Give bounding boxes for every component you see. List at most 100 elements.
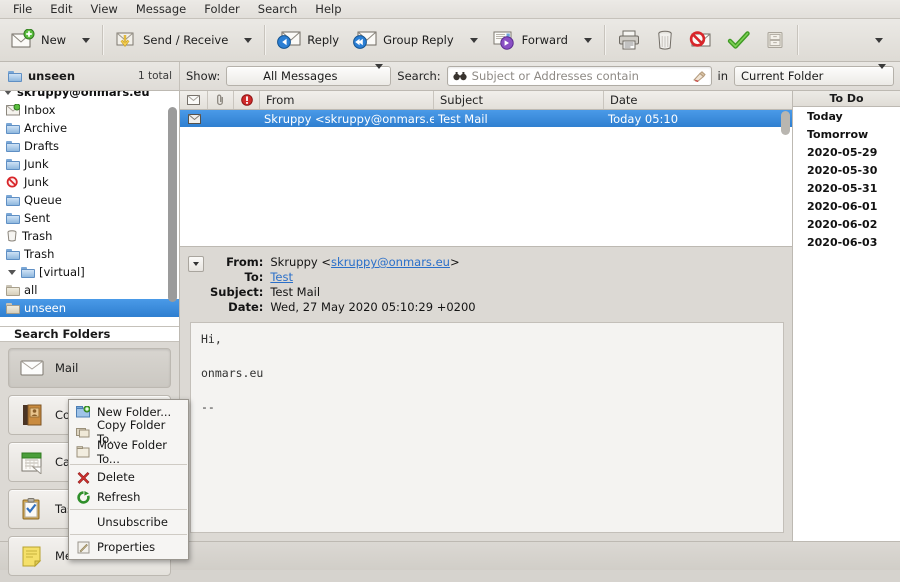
todo-item[interactable]: 2020-05-31 <box>793 179 900 197</box>
show-filter-value: All Messages <box>263 69 338 83</box>
to-recipient-link[interactable]: Test <box>270 270 293 284</box>
todo-item[interactable]: 2020-05-30 <box>793 161 900 179</box>
reply-label: Reply <box>307 33 340 47</box>
folder-item-unseen[interactable]: unseen <box>0 299 179 317</box>
calendar-icon <box>19 450 45 474</box>
context-menu-item-delete[interactable]: Delete <box>69 467 188 487</box>
filter-controls: Show: All Messages Search: Subject or Ad… <box>180 64 900 86</box>
delete-button[interactable] <box>648 23 682 57</box>
expander-icon[interactable] <box>4 91 12 95</box>
from-email-link[interactable]: skruppy@onmars.eu <box>331 255 450 269</box>
mark-not-junk-button[interactable] <box>720 23 758 57</box>
menu-message[interactable]: Message <box>127 1 195 17</box>
folder-item-junk[interactable]: Junk <box>0 155 179 173</box>
current-folder-indicator: unseen 1 total <box>0 62 180 90</box>
show-filter-dropdown[interactable]: All Messages <box>226 64 392 86</box>
message-from: Skruppy <skruppy@onmars.eu> <box>264 111 434 126</box>
header-value-from: Skruppy <skruppy@onmars.eu> <box>270 255 475 269</box>
folder-item-trash[interactable]: Trash <box>0 245 179 263</box>
folder-item-trash-special[interactable]: Trash <box>0 227 179 245</box>
forward-button[interactable]: Forward <box>485 23 575 57</box>
search-label: Search: <box>397 69 441 83</box>
table-row[interactable]: Skruppy <skruppy@onmars.eu> Test Mail To… <box>180 110 792 127</box>
new-message-button[interactable]: New <box>4 23 73 57</box>
folder-item-inbox[interactable]: Inbox <box>0 101 179 119</box>
search-scope-dropdown[interactable]: Current Folder <box>734 64 894 86</box>
folder-tree-account-row[interactable]: skruppy@onmars.eu <box>0 91 179 101</box>
archive-button[interactable] <box>758 23 792 57</box>
menu-help[interactable]: Help <box>306 1 350 17</box>
attachment-icon <box>216 94 225 106</box>
context-menu-item-label: Delete <box>97 470 135 484</box>
folder-tree-scrollbar[interactable] <box>168 107 177 302</box>
context-menu-item-move-folder[interactable]: Move Folder To... <box>69 438 188 466</box>
todo-item[interactable]: Today <box>793 107 900 125</box>
new-message-dropdown[interactable] <box>73 23 97 57</box>
context-menu-item-unsubscribe[interactable]: Unsubscribe <box>69 512 188 532</box>
group-reply-dropdown[interactable] <box>461 23 485 57</box>
read-status-icon <box>187 95 200 105</box>
print-button[interactable] <box>610 23 648 57</box>
toolbar-separator-4 <box>796 25 798 55</box>
send-receive-button[interactable]: Send / Receive <box>108 23 235 57</box>
menu-folder[interactable]: Folder <box>195 1 249 17</box>
folder-item-junk-special[interactable]: Junk <box>0 173 179 191</box>
group-reply-button[interactable]: Group Reply <box>346 23 461 57</box>
reply-button[interactable]: Reply <box>270 23 346 57</box>
current-folder-name: unseen <box>28 69 76 83</box>
todo-item[interactable]: 2020-06-03 <box>793 233 900 251</box>
expander-icon[interactable] <box>8 269 16 275</box>
clear-search-icon[interactable] <box>692 70 706 82</box>
empty-icon <box>76 515 90 529</box>
sidebar-item-label: Mail <box>55 361 79 375</box>
column-header-subject[interactable]: Subject <box>434 91 604 109</box>
menu-search[interactable]: Search <box>249 1 307 17</box>
todo-item[interactable]: 2020-06-02 <box>793 215 900 233</box>
search-input[interactable]: Subject or Addresses contain <box>446 66 712 86</box>
account-name: skruppy@onmars.eu <box>17 91 150 99</box>
column-header-read-status[interactable] <box>180 91 208 109</box>
folder-item-drafts[interactable]: Drafts <box>0 137 179 155</box>
folder-label: Trash <box>24 247 55 261</box>
folder-tree[interactable]: skruppy@onmars.eu Inbox Archive Drafts J… <box>0 91 179 327</box>
print-icon <box>617 29 641 51</box>
folder-icon <box>6 212 20 224</box>
todo-item[interactable]: 2020-06-01 <box>793 197 900 215</box>
mark-junk-icon <box>689 30 713 50</box>
context-menu-item-properties[interactable]: Properties <box>69 537 188 557</box>
chevron-down-icon <box>193 262 199 266</box>
todo-item[interactable]: Tomorrow <box>793 125 900 143</box>
send-receive-dropdown[interactable] <box>235 23 259 57</box>
todo-item[interactable]: 2020-05-29 <box>793 143 900 161</box>
new-message-label: New <box>41 33 67 47</box>
folder-item-archive[interactable]: Archive <box>0 119 179 137</box>
mark-junk-button[interactable] <box>682 23 720 57</box>
folder-item-sent[interactable]: Sent <box>0 209 179 227</box>
headers-expander-button[interactable] <box>188 256 204 272</box>
context-menu-item-refresh[interactable]: Refresh <box>69 487 188 507</box>
folder-icon <box>6 194 20 206</box>
folder-item-virtual[interactable]: [virtual] <box>0 263 179 281</box>
column-header-date[interactable]: Date <box>604 91 792 109</box>
sidebar-item-mail[interactable]: Mail <box>8 348 171 388</box>
chevron-down-icon <box>469 37 478 43</box>
refresh-icon <box>76 490 90 504</box>
column-header-importance[interactable] <box>234 91 260 109</box>
search-folders-row[interactable]: Search Folders <box>0 327 179 342</box>
folder-item-queue[interactable]: Queue <box>0 191 179 209</box>
menu-view[interactable]: View <box>82 1 127 17</box>
send-receive-label: Send / Receive <box>143 33 229 47</box>
column-header-from[interactable]: From <box>260 91 434 109</box>
folder-item-all[interactable]: all <box>0 281 179 299</box>
move-folder-icon <box>76 445 90 459</box>
toolbar-separator-3 <box>603 25 605 55</box>
column-header-attachment[interactable] <box>208 91 234 109</box>
toolbar-overflow-button[interactable] <box>866 23 890 57</box>
message-list-scrollbar[interactable] <box>781 111 790 135</box>
message-list[interactable]: From Subject Date Skruppy <skruppy@onmar… <box>180 91 792 247</box>
menu-file[interactable]: File <box>4 1 41 17</box>
menu-edit[interactable]: Edit <box>41 1 81 17</box>
contacts-icon <box>19 403 45 427</box>
forward-dropdown[interactable] <box>575 23 599 57</box>
folder-label: Inbox <box>24 103 56 117</box>
